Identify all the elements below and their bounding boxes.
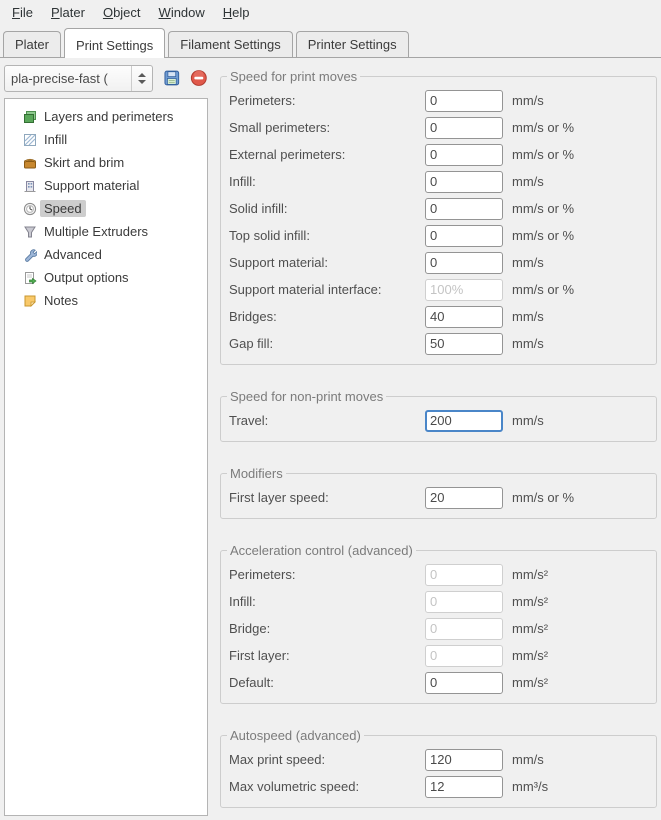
solid-infill-input[interactable]	[425, 198, 503, 220]
small-perimeters-input[interactable]	[425, 117, 503, 139]
setting-row: Support material interface: mm/s or %	[229, 276, 648, 303]
section-modifiers: Modifiers First layer speed: mm/s or %	[220, 466, 657, 519]
sidebar-item-skirt-and-brim[interactable]: Skirt and brim	[23, 151, 205, 174]
external-perimeters-input[interactable]	[425, 144, 503, 166]
preset-dropdown[interactable]: pla-precise-fast (	[4, 65, 153, 92]
gap-fill-input[interactable]	[425, 333, 503, 355]
sidebar: pla-precise-fast (	[4, 63, 208, 816]
section-speed-print-moves: Speed for print moves Perimeters: mm/s S…	[220, 69, 657, 365]
tab-plater[interactable]: Plater	[3, 31, 61, 57]
section-title: Acceleration control (advanced)	[227, 543, 416, 558]
tab-printer-settings[interactable]: Printer Settings	[296, 31, 409, 57]
accel-bridge-input	[425, 618, 503, 640]
menu-object[interactable]: Object	[94, 1, 150, 24]
sidebar-item-notes[interactable]: Notes	[23, 289, 205, 312]
menu-file[interactable]: File	[3, 1, 42, 24]
tab-filament-settings[interactable]: Filament Settings	[168, 31, 292, 57]
max-volumetric-speed-input[interactable]	[425, 776, 503, 798]
setting-row: Max volumetric speed: mm³/s	[229, 773, 648, 800]
setting-row: Solid infill: mm/s or %	[229, 195, 648, 222]
accel-infill-input	[425, 591, 503, 613]
support-material-interface-input	[425, 279, 503, 301]
setting-row: Bridge: mm/s²	[229, 615, 648, 642]
chevron-updown-icon[interactable]	[131, 66, 152, 91]
setting-row: Perimeters: mm/s²	[229, 561, 648, 588]
skirt-brim-icon	[23, 156, 37, 170]
menu-bar: File Plater Object Window Help	[0, 0, 661, 25]
tab-bar: Plater Print Settings Filament Settings …	[0, 25, 661, 57]
perimeters-input[interactable]	[425, 90, 503, 112]
speedometer-icon	[23, 202, 37, 216]
infill-speed-input[interactable]	[425, 171, 503, 193]
section-title: Speed for non-print moves	[227, 389, 386, 404]
setting-row: Travel: mm/s	[229, 407, 648, 434]
bridges-input[interactable]	[425, 306, 503, 328]
menu-help[interactable]: Help	[214, 1, 259, 24]
setting-row: First layer: mm/s²	[229, 642, 648, 669]
accel-first-layer-input	[425, 645, 503, 667]
wrench-icon	[23, 248, 37, 262]
setting-row: Max print speed: mm/s	[229, 746, 648, 773]
setting-row: Infill: mm/s	[229, 168, 648, 195]
menu-plater[interactable]: Plater	[42, 1, 94, 24]
section-autospeed: Autospeed (advanced) Max print speed: mm…	[220, 728, 657, 808]
sidebar-item-layers-and-perimeters[interactable]: Layers and perimeters	[23, 105, 205, 128]
sidebar-item-output-options[interactable]: Output options	[23, 266, 205, 289]
setting-row: Default: mm/s²	[229, 669, 648, 696]
print-settings-page: pla-precise-fast (	[0, 57, 661, 820]
accel-default-input[interactable]	[425, 672, 503, 694]
sidebar-item-speed[interactable]: Speed	[23, 197, 205, 220]
setting-row: Small perimeters: mm/s or %	[229, 114, 648, 141]
sidebar-item-infill[interactable]: Infill	[23, 128, 205, 151]
setting-row: Support material: mm/s	[229, 249, 648, 276]
output-page-icon	[23, 271, 37, 285]
setting-row: External perimeters: mm/s or %	[229, 141, 648, 168]
save-preset-icon[interactable]	[163, 69, 181, 87]
setting-row: Infill: mm/s²	[229, 588, 648, 615]
section-acceleration-control: Acceleration control (advanced) Perimete…	[220, 543, 657, 704]
preset-dropdown-value: pla-precise-fast (	[5, 71, 131, 86]
building-icon	[23, 179, 37, 193]
menu-window[interactable]: Window	[150, 1, 214, 24]
top-solid-infill-input[interactable]	[425, 225, 503, 247]
support-material-speed-input[interactable]	[425, 252, 503, 274]
sidebar-item-multiple-extruders[interactable]: Multiple Extruders	[23, 220, 205, 243]
setting-row: First layer speed: mm/s or %	[229, 484, 648, 511]
setting-row: Gap fill: mm/s	[229, 330, 648, 357]
first-layer-speed-input[interactable]	[425, 487, 503, 509]
setting-row: Top solid infill: mm/s or %	[229, 222, 648, 249]
setting-row: Bridges: mm/s	[229, 303, 648, 330]
travel-input[interactable]	[425, 410, 503, 432]
preset-toolbar: pla-precise-fast (	[4, 63, 208, 93]
layers-icon	[23, 110, 37, 124]
sidebar-item-advanced[interactable]: Advanced	[23, 243, 205, 266]
delete-preset-icon[interactable]	[190, 69, 208, 87]
funnel-icon	[23, 225, 37, 239]
section-title: Speed for print moves	[227, 69, 360, 84]
max-print-speed-input[interactable]	[425, 749, 503, 771]
section-speed-non-print-moves: Speed for non-print moves Travel: mm/s	[220, 389, 657, 442]
setting-row: Perimeters: mm/s	[229, 87, 648, 114]
section-title: Modifiers	[227, 466, 286, 481]
accel-perimeters-input	[425, 564, 503, 586]
note-icon	[23, 294, 37, 308]
section-title: Autospeed (advanced)	[227, 728, 364, 743]
sidebar-item-support-material[interactable]: Support material	[23, 174, 205, 197]
settings-tree: Layers and perimeters Infill Skirt and b…	[4, 98, 208, 816]
infill-icon	[23, 133, 37, 147]
tab-print-settings[interactable]: Print Settings	[64, 28, 165, 58]
settings-panel: Speed for print moves Perimeters: mm/s S…	[208, 63, 657, 816]
